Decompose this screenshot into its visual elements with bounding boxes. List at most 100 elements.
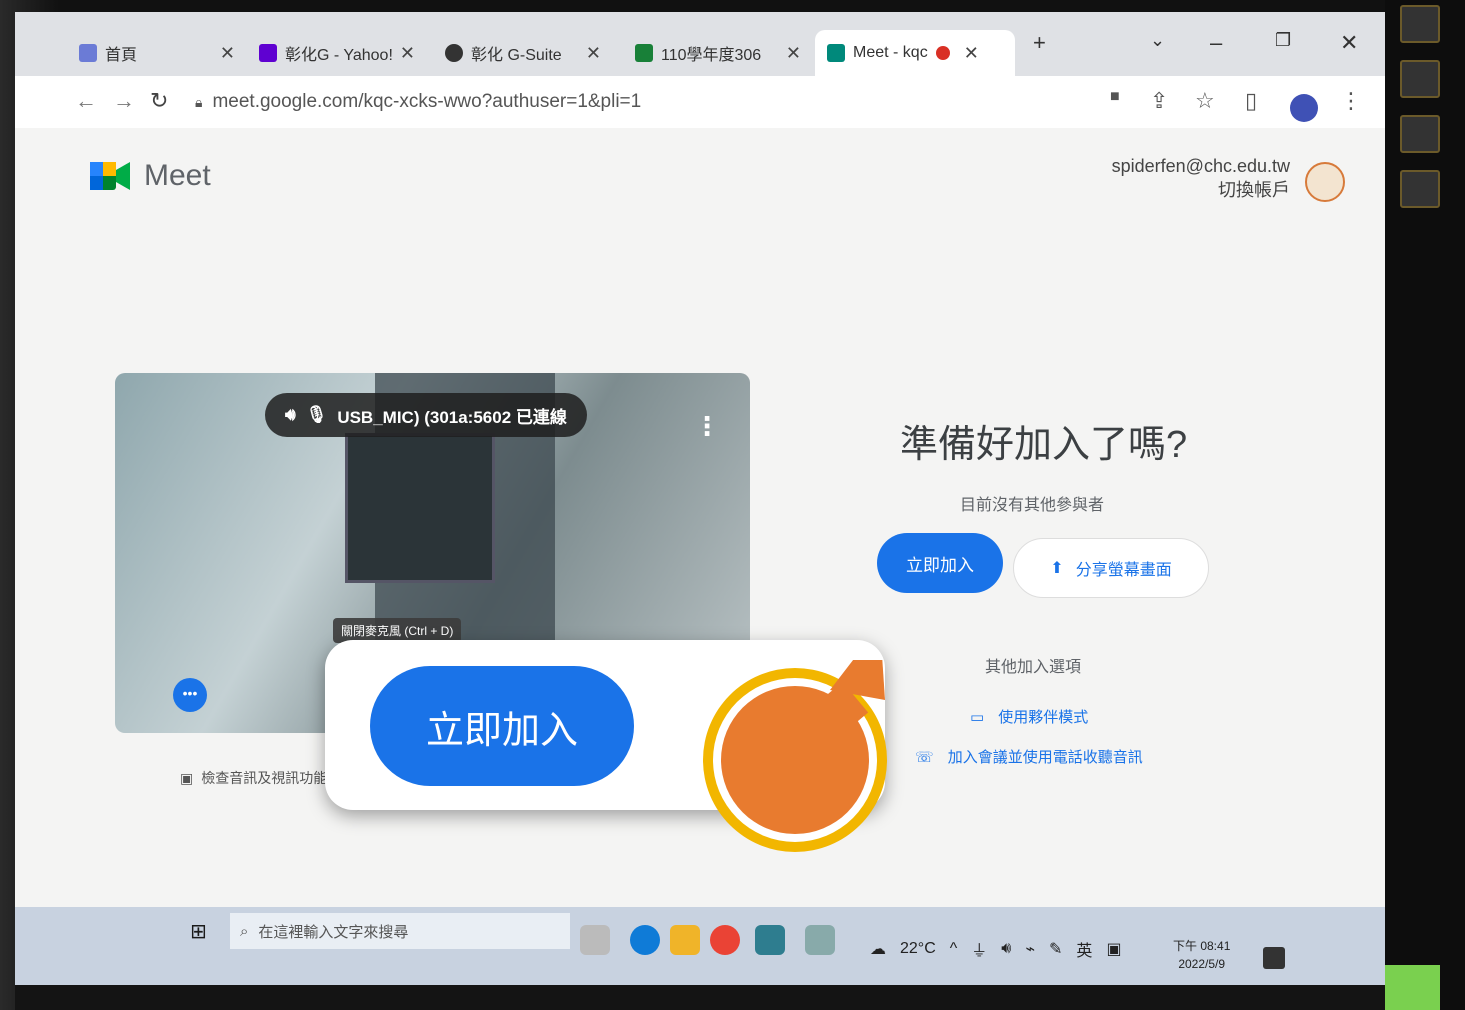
- restore-icon[interactable]: ❐: [1275, 30, 1291, 51]
- companion-mode-link[interactable]: ▭ 使用夥伴模式: [970, 706, 1088, 727]
- tab-meet[interactable]: Meet - kqc ✕: [815, 30, 1015, 76]
- search-icon: ⌕: [240, 922, 249, 940]
- tab-search-icon[interactable]: ⌄: [1150, 30, 1165, 51]
- check-av-link[interactable]: ▣ 檢查音訊及視訊功能: [180, 768, 327, 788]
- phone-icon: ☏: [915, 748, 934, 766]
- chevron-up-icon[interactable]: ^: [950, 940, 958, 958]
- user-avatar[interactable]: [1305, 162, 1345, 202]
- phone-audio-link[interactable]: ☏ 加入會議並使用電話收聽音訊: [915, 746, 1143, 767]
- side-panel-icon[interactable]: ▯: [1245, 88, 1257, 114]
- companion-mode-label: 使用夥伴模式: [998, 709, 1089, 726]
- microphone-icon: 🎙︎: [305, 405, 328, 424]
- callout-join-now-button[interactable]: 立即加入: [370, 666, 634, 786]
- other-join-options-label: 其他加入選項: [985, 659, 1082, 676]
- tab-title: Meet - kqc: [853, 44, 928, 61]
- tab-title: 110學年度306: [661, 47, 762, 64]
- close-window-icon[interactable]: ✕: [1340, 30, 1358, 56]
- back-icon[interactable]: ←: [75, 88, 97, 114]
- tab-strip: 首頁 ✕ 彰化G - Yahoo! ✕ 彰化 G-Suite ✕ 110學年度3…: [15, 12, 1385, 76]
- usb-icon[interactable]: ⏚: [971, 937, 987, 961]
- join-now-button[interactable]: 立即加入: [877, 533, 1003, 593]
- bookmark-star-icon[interactable]: ☆: [1195, 88, 1215, 114]
- classroom-favicon-icon: [635, 44, 653, 62]
- network-icon[interactable]: ⌁: [1025, 939, 1035, 959]
- ime-indicator[interactable]: 英: [1076, 937, 1092, 961]
- tab-title: 彰化G - Yahoo!: [285, 47, 392, 64]
- url-text: meet.google.com/kqc-xcks-wwo?authuser=1&…: [212, 91, 642, 112]
- new-tab-button[interactable]: +: [1033, 30, 1046, 56]
- clock-time: 下午 08:41: [1173, 939, 1231, 953]
- meet-logo[interactable]: Meet: [90, 158, 211, 194]
- tab-classroom[interactable]: 110學年度306 ✕: [623, 30, 813, 76]
- tutorial-pointer-icon: [703, 660, 887, 852]
- close-tab-icon[interactable]: ✕: [220, 43, 235, 64]
- taskbar-search-placeholder: 在這裡輸入文字來搜尋: [258, 923, 409, 941]
- meet-favicon-icon: [827, 44, 845, 62]
- profile-avatar-icon[interactable]: [1290, 94, 1318, 122]
- taskbar-clock[interactable]: 下午 08:41 2022/5/9: [1173, 937, 1230, 973]
- edge-icon[interactable]: [630, 925, 660, 955]
- weather-temp: 22°C: [900, 940, 936, 957]
- phone-audio-label: 加入會議並使用電話收聽音訊: [947, 749, 1143, 766]
- home-favicon-icon: [79, 44, 97, 62]
- system-tray: ☁︎ 22°C ^ ⏚ 🔊︎ ⌁ ✎ 英 ▣: [870, 937, 1122, 961]
- pen-icon[interactable]: ✎: [1049, 939, 1062, 959]
- menu-kebab-icon[interactable]: ⋮: [1340, 88, 1362, 114]
- yahoo-favicon-icon: [259, 44, 277, 62]
- ready-to-join-title: 準備好加入了嗎?: [900, 424, 1188, 466]
- desktop-icon: [1400, 60, 1440, 98]
- switch-account-link[interactable]: 切換帳戶: [1112, 178, 1290, 202]
- tab-gsuite[interactable]: 彰化 G-Suite ✕: [433, 30, 613, 76]
- preview-panel: [345, 433, 495, 583]
- camera-in-use-icon[interactable]: ■: [1110, 88, 1120, 106]
- present-button[interactable]: ⬆︎ 分享螢幕畫面: [1013, 538, 1209, 598]
- sticky-note: [1380, 965, 1440, 1010]
- file-explorer-icon[interactable]: [670, 925, 700, 955]
- close-tab-icon[interactable]: ✕: [786, 43, 801, 64]
- volume-icon[interactable]: 🔊︎: [1001, 940, 1011, 958]
- monitor-bezel: [15, 985, 1385, 1010]
- desktop-icon: [1400, 170, 1440, 208]
- check-audio-video-icon: ▣: [180, 769, 194, 786]
- desktop-icon: [1400, 5, 1440, 43]
- close-tab-icon[interactable]: ✕: [964, 43, 979, 64]
- taskbar-search[interactable]: ⌕ 在這裡輸入文字來搜尋: [230, 913, 570, 949]
- present-label: 分享螢幕畫面: [1075, 562, 1172, 579]
- recording-dot-icon: [935, 46, 950, 60]
- account-email: spiderfen@chc.edu.tw: [1111, 156, 1290, 176]
- tab-title: 首頁: [105, 47, 138, 64]
- address-bar[interactable]: 🔒︎ meet.google.com/kqc-xcks-wwo?authuser…: [195, 84, 1015, 120]
- mic-device-label: USB_MIC) (301a:5602 已連線: [337, 407, 567, 427]
- close-tab-icon[interactable]: ✕: [586, 43, 601, 64]
- windows-start-icon[interactable]: ⊞: [190, 919, 207, 944]
- meet-logo-icon: [90, 162, 130, 190]
- close-tab-icon[interactable]: ✕: [400, 43, 415, 64]
- app-icon[interactable]: [805, 925, 835, 955]
- globe-favicon-icon: [445, 44, 463, 62]
- minimize-icon[interactable]: –: [1210, 30, 1222, 56]
- check-av-label: 檢查音訊及視訊功能: [201, 770, 328, 786]
- tab-home[interactable]: 首頁 ✕: [67, 30, 247, 76]
- desktop-icon: [1400, 115, 1440, 153]
- app-icon[interactable]: [755, 925, 785, 955]
- visual-effects-button[interactable]: •••: [173, 678, 207, 712]
- browser-toolbar: ← → ↻ 🔒︎ meet.google.com/kqc-xcks-wwo?au…: [15, 76, 1385, 128]
- mic-device-pill[interactable]: 🔊︎ 🎙︎ USB_MIC) (301a:5602 已連線: [265, 393, 587, 437]
- notification-icon[interactable]: [1263, 947, 1285, 969]
- task-view-icon[interactable]: [580, 925, 610, 955]
- more-options-icon[interactable]: ⋮: [694, 411, 720, 442]
- tab-title: 彰化 G-Suite: [471, 47, 562, 64]
- share-icon[interactable]: ⇪: [1150, 88, 1168, 114]
- speaker-icon: 🔊︎: [285, 405, 296, 424]
- forward-icon[interactable]: →: [113, 88, 135, 114]
- reload-icon[interactable]: ↻: [150, 88, 168, 114]
- chrome-icon[interactable]: [710, 925, 740, 955]
- clock-date: 2022/5/9: [1178, 957, 1226, 971]
- tab-yahoo[interactable]: 彰化G - Yahoo! ✕: [247, 30, 427, 76]
- participants-status: 目前沒有其他參與者: [960, 497, 1105, 514]
- keyboard-icon[interactable]: ▣: [1106, 939, 1121, 959]
- present-screen-icon: ⬆︎: [1050, 560, 1064, 577]
- weather-icon: ☁︎: [870, 941, 886, 958]
- lock-icon: 🔒︎: [195, 93, 203, 110]
- account-info: spiderfen@chc.edu.tw 切換帳戶: [1112, 154, 1290, 202]
